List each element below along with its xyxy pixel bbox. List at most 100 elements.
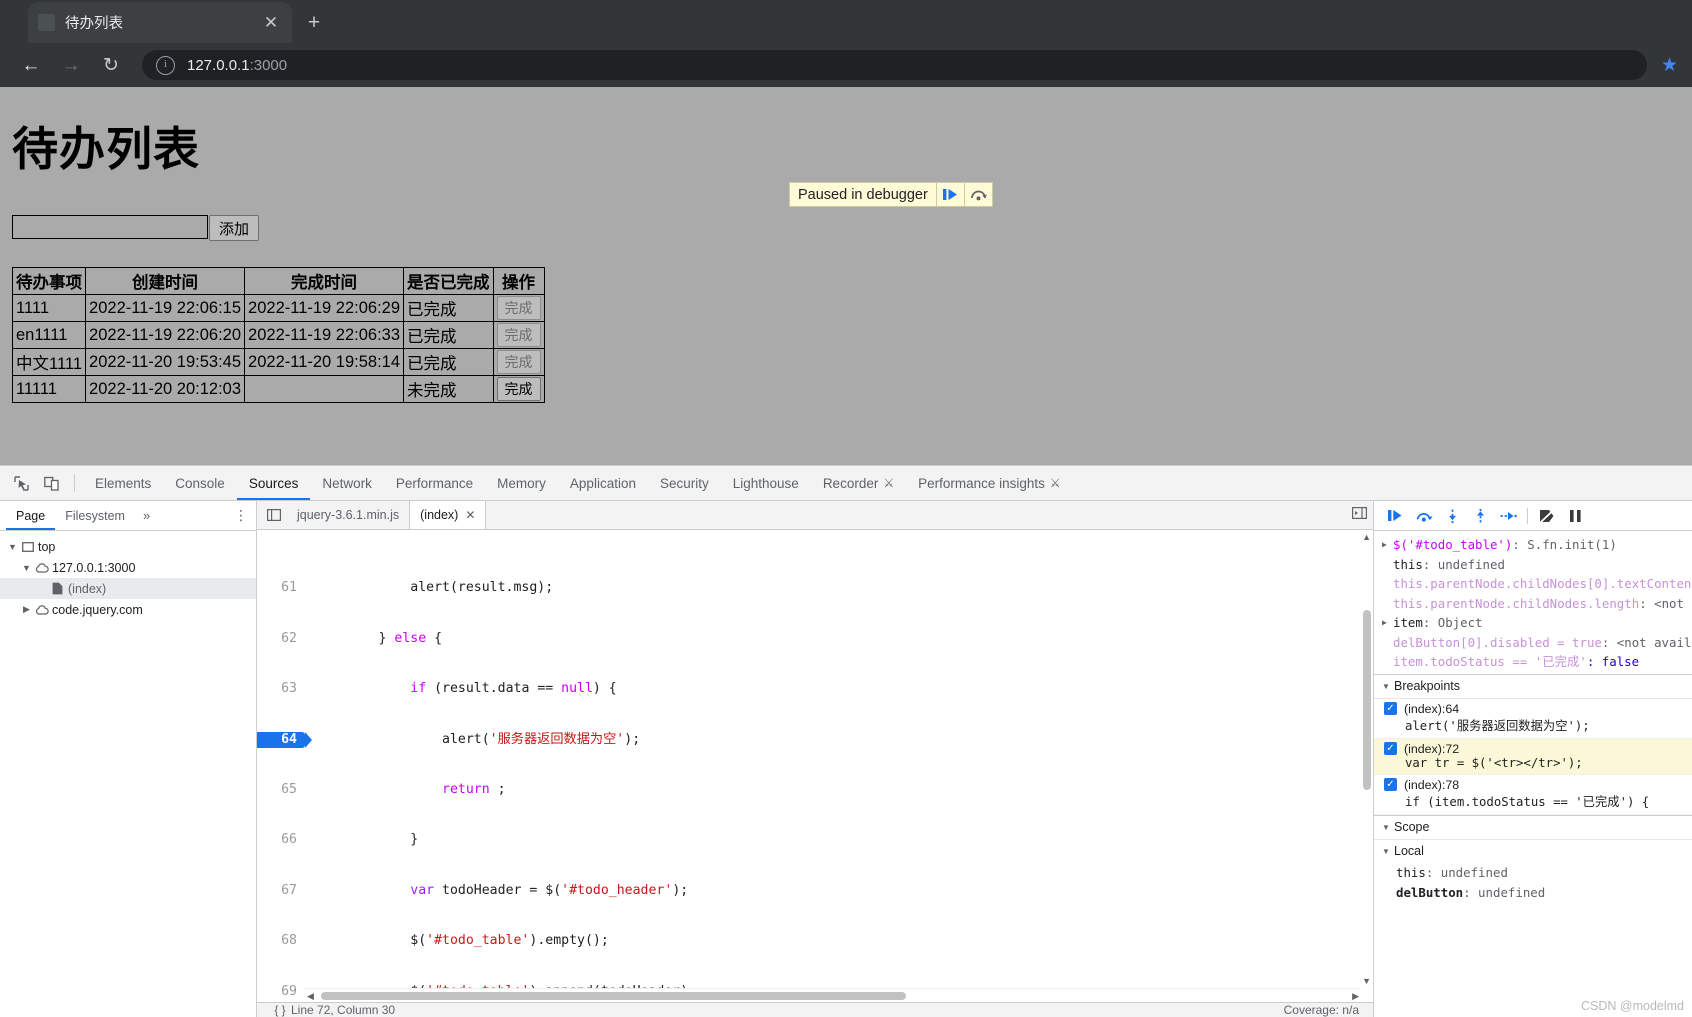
scope-group-local[interactable]: ▼ Local bbox=[1374, 839, 1692, 863]
line-number[interactable]: 67 bbox=[257, 883, 305, 900]
star-icon[interactable]: ★ bbox=[1661, 54, 1678, 77]
scroll-left-icon[interactable]: ◀ bbox=[307, 991, 314, 1002]
watch-row[interactable]: ▶ $('#todo_table'): S.fn.init(1) bbox=[1374, 535, 1692, 555]
line-number[interactable]: 66 bbox=[257, 832, 305, 849]
browser-tab[interactable]: 待办列表 ✕ bbox=[28, 2, 292, 43]
complete-button[interactable]: 完成 bbox=[496, 296, 541, 320]
experiment-icon: ⚔ bbox=[883, 476, 895, 490]
editor-tab-index[interactable]: (index) ✕ bbox=[409, 501, 487, 529]
tab-memory[interactable]: Memory bbox=[485, 466, 558, 500]
twisty-icon[interactable]: ▼ bbox=[6, 542, 19, 552]
twisty-icon[interactable]: ▼ bbox=[1382, 682, 1394, 691]
breakpoint-checkbox[interactable]: ✓ bbox=[1384, 778, 1397, 791]
twisty-icon[interactable]: ▶ bbox=[1382, 535, 1393, 555]
scrollbar-thumb[interactable] bbox=[1363, 610, 1371, 790]
tab-network[interactable]: Network bbox=[310, 466, 384, 500]
table-header-row: 待办事项 创建时间 完成时间 是否已完成 操作 bbox=[11, 267, 545, 295]
tab-security[interactable]: Security bbox=[648, 466, 721, 500]
tree-item-top[interactable]: ▼ top bbox=[0, 536, 256, 557]
twisty-icon[interactable]: ▼ bbox=[1382, 823, 1394, 832]
nav-tab-filesystem[interactable]: Filesystem bbox=[55, 501, 135, 530]
scrollbar-thumb[interactable] bbox=[321, 992, 906, 1000]
complete-button[interactable]: 完成 bbox=[496, 323, 541, 347]
editor-horizontal-scrollbar[interactable]: ◀ ▶ bbox=[305, 988, 1361, 1002]
breakpoints-section-header[interactable]: ▼ Breakpoints bbox=[1374, 673, 1692, 699]
twisty-icon[interactable]: ▼ bbox=[1382, 847, 1394, 856]
watch-row[interactable]: ▶ item: Object bbox=[1374, 613, 1692, 633]
pretty-print-icon[interactable]: { } bbox=[269, 1003, 291, 1017]
new-tab-button[interactable]: + bbox=[300, 9, 328, 37]
address-bar[interactable]: i 127.0.0.1:3000 bbox=[142, 50, 1647, 80]
todo-input[interactable] bbox=[12, 215, 208, 239]
back-button[interactable]: ← bbox=[14, 48, 48, 82]
step-out-icon[interactable] bbox=[1466, 503, 1494, 529]
line-number[interactable]: 61 bbox=[257, 580, 305, 597]
scroll-down-icon[interactable]: ▼ bbox=[1362, 976, 1371, 986]
watch-row[interactable]: this: undefined bbox=[1374, 555, 1692, 575]
tab-performance-insights[interactable]: Performance insights ⚔ bbox=[906, 466, 1073, 500]
editor-vertical-scrollbar[interactable]: ▲ ▼ bbox=[1361, 530, 1373, 988]
line-number-breakpoint[interactable]: 64 bbox=[257, 731, 312, 749]
twisty-icon[interactable]: ▶ bbox=[20, 604, 33, 615]
step-into-icon[interactable] bbox=[1438, 503, 1466, 529]
scroll-up-icon[interactable]: ▲ bbox=[1362, 532, 1371, 542]
tab-recorder[interactable]: Recorder ⚔ bbox=[811, 466, 906, 500]
show-navigator-icon[interactable] bbox=[261, 509, 287, 521]
scope-row[interactable]: this: undefined bbox=[1374, 863, 1692, 883]
watch-row[interactable]: item.todoStatus == '已完成': false bbox=[1374, 652, 1692, 672]
line-number[interactable]: 65 bbox=[257, 782, 305, 799]
step-over-icon[interactable] bbox=[965, 183, 992, 206]
breakpoint-location: (index):78 bbox=[1404, 777, 1460, 792]
step-over-icon[interactable] bbox=[1410, 503, 1438, 529]
editor-tab-jquery[interactable]: jquery-3.6.1.min.js bbox=[287, 501, 409, 529]
watch-expression: delButton[0].disabled = true bbox=[1393, 634, 1602, 650]
watch-row[interactable]: this.parentNode.childNodes[0].textConten bbox=[1374, 574, 1692, 594]
resume-script-execution-icon[interactable] bbox=[1382, 503, 1410, 529]
step-icon[interactable] bbox=[1494, 503, 1522, 529]
scope-row[interactable]: delButton: undefined bbox=[1374, 883, 1692, 903]
tree-item-index[interactable]: (index) bbox=[0, 578, 256, 599]
deactivate-breakpoints-icon[interactable] bbox=[1533, 503, 1561, 529]
tab-console[interactable]: Console bbox=[163, 466, 237, 500]
breakpoint-item[interactable]: ✓ (index):64 alert('服务器返回数据为空'); bbox=[1374, 699, 1692, 739]
tab-application[interactable]: Application bbox=[558, 466, 648, 500]
complete-button[interactable]: 完成 bbox=[496, 377, 541, 401]
inspect-element-icon[interactable] bbox=[6, 470, 36, 496]
more-options-icon[interactable]: ⋮ bbox=[234, 507, 248, 523]
tree-item-origin[interactable]: ▼ 127.0.0.1:3000 bbox=[0, 557, 256, 578]
tab-performance[interactable]: Performance bbox=[384, 466, 485, 500]
close-icon[interactable]: ✕ bbox=[260, 14, 282, 31]
close-icon[interactable]: ✕ bbox=[465, 508, 475, 522]
line-number[interactable]: 69 bbox=[257, 984, 305, 1001]
scope-section-header[interactable]: ▼ Scope bbox=[1374, 814, 1692, 840]
breakpoint-item[interactable]: ✓ (index):72 var tr = $('<tr></tr>'); bbox=[1374, 738, 1692, 775]
add-button[interactable]: 添加 bbox=[209, 215, 260, 241]
pause-on-exceptions-icon[interactable] bbox=[1561, 503, 1589, 529]
breakpoint-checkbox[interactable]: ✓ bbox=[1384, 702, 1397, 715]
line-number[interactable]: 63 bbox=[257, 681, 305, 698]
line-number[interactable]: 68 bbox=[257, 933, 305, 950]
code-editor[interactable]: 61 alert(result.msg); 62 } else { 63 if … bbox=[257, 530, 1373, 1002]
watch-row[interactable]: delButton[0].disabled = true: <not avail bbox=[1374, 633, 1692, 653]
site-info-icon[interactable]: i bbox=[156, 55, 175, 75]
show-debugger-icon[interactable] bbox=[1352, 506, 1373, 524]
twisty-icon[interactable]: ▶ bbox=[1382, 613, 1393, 633]
tab-sources[interactable]: Sources bbox=[237, 466, 311, 500]
reload-button[interactable]: ↻ bbox=[94, 48, 128, 82]
scroll-right-icon[interactable]: ▶ bbox=[1352, 991, 1359, 1002]
tree-item-cdn[interactable]: ▶ code.jquery.com bbox=[0, 599, 256, 620]
tab-elements[interactable]: Elements bbox=[83, 466, 163, 500]
nav-tab-page[interactable]: Page bbox=[6, 501, 55, 530]
device-toolbar-icon[interactable] bbox=[36, 470, 66, 496]
chevron-double-right-icon[interactable]: » bbox=[135, 508, 158, 523]
watch-row[interactable]: this.parentNode.childNodes.length: <not bbox=[1374, 594, 1692, 614]
forward-button[interactable]: → bbox=[54, 48, 88, 82]
breakpoint-item[interactable]: ✓ (index):78 if (item.todoStatus == '已完成… bbox=[1374, 775, 1692, 815]
twisty-icon[interactable]: ▼ bbox=[20, 563, 33, 573]
breakpoint-checkbox[interactable]: ✓ bbox=[1384, 742, 1397, 755]
complete-button[interactable]: 完成 bbox=[496, 350, 541, 374]
cell-create-time: 2022-11-20 19:53:45 bbox=[85, 348, 246, 376]
tab-lighthouse[interactable]: Lighthouse bbox=[721, 466, 811, 500]
resume-script-icon[interactable] bbox=[937, 183, 964, 206]
line-number[interactable]: 62 bbox=[257, 631, 305, 648]
